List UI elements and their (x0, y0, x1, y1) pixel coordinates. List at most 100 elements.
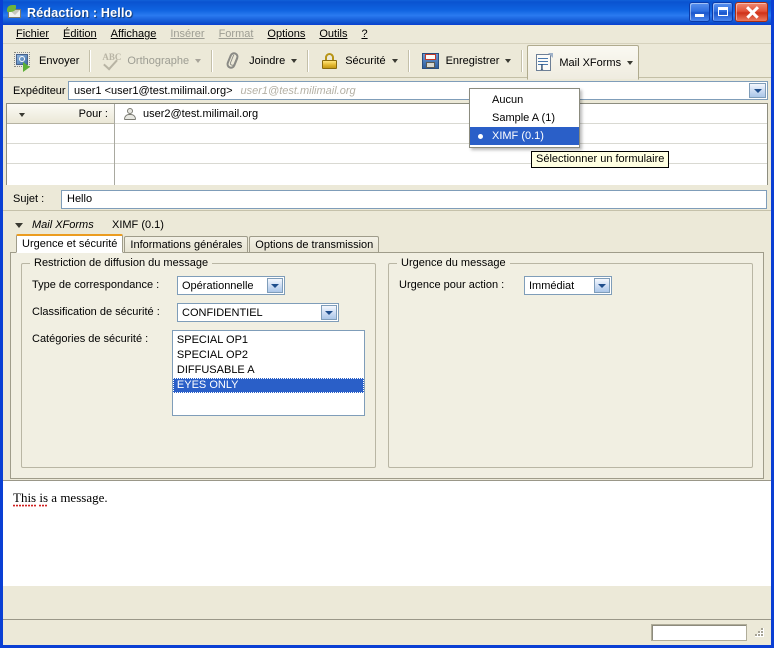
security-categories-listbox[interactable]: SPECIAL OP1 SPECIAL OP2 DIFFUSABLE A EYE… (171, 330, 365, 416)
status-bar (3, 619, 771, 645)
resize-gripper[interactable] (753, 626, 766, 639)
action-urgency-value: Immédiat (529, 279, 575, 292)
message-body-word-misspelled: is (39, 490, 49, 507)
maximize-button[interactable] (712, 2, 733, 22)
recipient-row-empty[interactable] (115, 124, 767, 144)
action-urgency-row: Urgence pour action : Immédiat (399, 276, 742, 295)
recipient-row[interactable]: user2@test.milimail.org (115, 104, 767, 124)
recipient-type-empty[interactable] (7, 144, 114, 164)
correspondence-type-select[interactable]: Opérationnelle (177, 276, 285, 295)
xforms-panel-name: Mail XForms (32, 219, 94, 231)
floppy-disk-icon (420, 50, 442, 72)
xforms-tabstrip: Urgence et sécurité Informations général… (9, 234, 765, 253)
list-item[interactable]: DIFFUSABLE A (173, 363, 364, 378)
dropdown-button[interactable] (267, 278, 283, 293)
menu-item-inserer: Insérer (170, 28, 205, 40)
security-classification-select[interactable]: CONFIDENTIEL (177, 303, 339, 322)
paperclip-icon (223, 50, 245, 72)
subject-label: Sujet : (13, 193, 45, 205)
tab-urgence-et-securite[interactable]: Urgence et sécurité (16, 234, 124, 253)
xforms-zone: Mail XForms XIMF (0.1) Urgence et sécuri… (3, 210, 771, 480)
action-urgency-select[interactable]: Immédiat (524, 276, 612, 295)
collapse-triangle-icon[interactable] (15, 222, 23, 228)
chevron-down-icon[interactable] (627, 60, 634, 65)
form-selector-tooltip: Sélectionner un formulaire (531, 151, 670, 168)
recipient-type-to[interactable]: Pour : (7, 104, 114, 124)
contact-icon (123, 107, 137, 121)
tab-informations-generales[interactable]: Informations générales (124, 236, 249, 253)
from-value: user1 <user1@test.milimail.org> (74, 84, 233, 97)
compose-mail-icon (7, 4, 23, 21)
menu-item-help[interactable]: ? (354, 27, 374, 41)
toolbar: Envoyer ABC Orthographe Joindre Sécurité (3, 44, 771, 80)
recipients-grid: Pour : user2@test.milimail.org (6, 103, 768, 185)
list-item-selected[interactable]: EYES ONLY (172, 378, 364, 393)
diffusion-restriction-title: Restriction de diffusion du message (30, 257, 213, 269)
menu-item-format: Format (218, 28, 254, 40)
correspondence-type-label: Type de correspondance : (32, 279, 160, 291)
close-button[interactable] (735, 2, 768, 22)
menu-option-label: Sample A (1) (492, 112, 555, 124)
correspondence-type-value: Opérationnelle (182, 279, 254, 292)
menu-item-options[interactable]: Options (260, 27, 312, 41)
menu-option-sample-a[interactable]: Sample A (1) (470, 109, 579, 127)
list-item[interactable]: SPECIAL OP1 (173, 333, 364, 348)
action-urgency-label: Urgence pour action : (399, 279, 505, 291)
mail-xforms-button[interactable]: I Mail XForms (527, 45, 640, 80)
recipient-type-empty[interactable] (7, 124, 114, 144)
message-body-word-misspelled: This (13, 490, 37, 507)
menu-option-aucun[interactable]: Aucun (470, 91, 579, 109)
chevron-down-icon[interactable] (505, 58, 512, 63)
correspondence-type-row: Type de correspondance : Opérationnelle (32, 276, 365, 295)
menu-item-affichage[interactable]: Affichage (104, 27, 164, 41)
minimize-button[interactable] (689, 2, 710, 22)
tab-label: Urgence et sécurité (22, 238, 118, 250)
chevron-down-icon (19, 113, 25, 117)
menu-option-label: XIMF (0.1) (492, 130, 544, 142)
dropdown-button[interactable] (321, 305, 337, 320)
message-urgency-group: Urgence du message Urgence pour action :… (388, 257, 753, 468)
headers-zone: Expéditeur : user1 <user1@test.milimail.… (3, 78, 771, 210)
menu-item-outils[interactable]: Outils (312, 27, 354, 41)
menu-bar: Fichier Édition Affichage Insérer Format… (3, 25, 771, 44)
recipient-type-empty[interactable] (7, 164, 114, 184)
from-combobox[interactable]: user1 <user1@test.milimail.org> user1@te… (68, 81, 768, 100)
tab-options-de-transmission[interactable]: Options de transmission (249, 236, 380, 253)
security-button-label: Sécurité (345, 54, 386, 67)
attach-button[interactable]: Joindre (217, 46, 303, 76)
send-icon (13, 50, 35, 72)
spellcheck-icon: ABC (101, 50, 123, 72)
status-progress-slot (651, 624, 747, 641)
from-dropdown-arrow[interactable] (749, 83, 766, 98)
chevron-down-icon (598, 283, 606, 288)
spelling-button-label: Orthographe (127, 54, 190, 67)
window-title: Rédaction : Hello (27, 5, 133, 20)
toolbar-separator (211, 49, 214, 72)
menu-item-edition[interactable]: Édition (56, 27, 104, 41)
security-button[interactable]: Sécurité (313, 46, 403, 76)
toolbar-separator (89, 49, 92, 72)
toolbar-separator (307, 49, 310, 72)
menu-option-ximf[interactable]: XIMF (0.1) (470, 127, 579, 145)
subject-input[interactable]: Hello (61, 189, 767, 209)
toolbar-separator (521, 49, 524, 72)
chevron-down-icon[interactable] (391, 58, 398, 63)
list-item[interactable]: SPECIAL OP2 (173, 348, 364, 363)
recipient-address-column: user2@test.milimail.org (115, 104, 767, 185)
dropdown-button[interactable] (594, 278, 610, 293)
xforms-tab-panel: Restriction de diffusion du message Type… (10, 252, 764, 479)
send-button-label: Envoyer (39, 54, 80, 67)
from-hint: user1@test.milimail.org (240, 84, 356, 97)
form-document-icon: I (533, 52, 555, 74)
diffusion-restriction-group: Restriction de diffusion du message Type… (21, 257, 376, 468)
chevron-down-icon[interactable] (291, 58, 298, 63)
message-urgency-title: Urgence du message (397, 257, 510, 269)
menu-item-fichier[interactable]: Fichier (9, 27, 56, 41)
send-button[interactable]: Envoyer (7, 46, 85, 76)
recipient-type-column: Pour : (7, 104, 115, 185)
save-button[interactable]: Enregistrer (414, 46, 518, 76)
xforms-header[interactable]: Mail XForms XIMF (0.1) (9, 216, 765, 234)
message-body-editor[interactable]: This is a message. (3, 480, 771, 586)
save-button-label: Enregistrer (445, 54, 500, 67)
chevron-down-icon (195, 58, 202, 63)
